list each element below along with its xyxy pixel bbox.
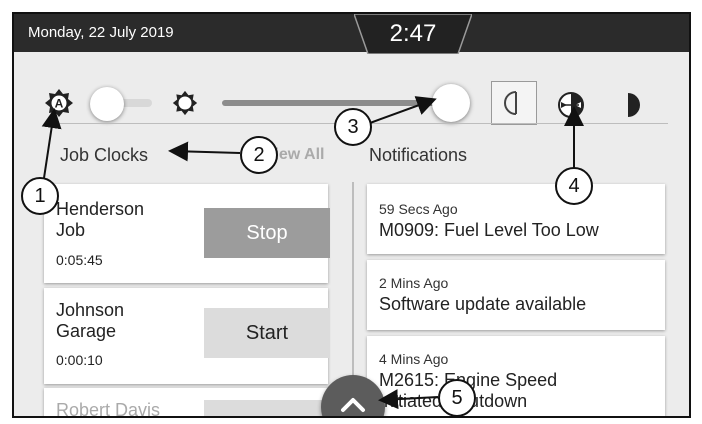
notification-card[interactable]: 4 Mins Ago M2615: Engine Speed Initiated… bbox=[367, 336, 665, 416]
notification-message: M0909: Fuel Level Too Low bbox=[379, 220, 599, 240]
brightness-slider-track[interactable] bbox=[222, 100, 452, 106]
notification-time: 59 Secs Ago bbox=[379, 201, 458, 217]
night-mode-icon[interactable] bbox=[624, 91, 646, 124]
day-mode-button[interactable] bbox=[491, 81, 537, 125]
brightness-icon bbox=[172, 90, 198, 121]
display-frame: Monday, 22 July 2019 2:47 A Job Clocks V… bbox=[12, 12, 691, 418]
auto-brightness-icon[interactable]: A bbox=[44, 88, 74, 123]
notification-card[interactable]: 59 Secs Ago M0909: Fuel Level Too Low bbox=[367, 184, 665, 254]
time-tab: 2:47 bbox=[354, 14, 472, 54]
callout-4: 4 bbox=[555, 167, 593, 205]
job-name-line2: Garage bbox=[56, 321, 117, 341]
job-clocks-title: Job Clocks bbox=[60, 145, 149, 165]
stop-button[interactable]: Stop bbox=[204, 208, 330, 258]
notification-card[interactable]: 2 Mins Ago Software update available bbox=[367, 260, 665, 330]
svg-text:A: A bbox=[55, 97, 64, 111]
start-button[interactable]: Start bbox=[204, 308, 330, 358]
job-button-partial[interactable] bbox=[204, 400, 330, 416]
auto-brightness-toggle-knob[interactable] bbox=[90, 87, 124, 121]
status-time: 2:47 bbox=[389, 20, 437, 47]
callout-2: 2 bbox=[240, 136, 278, 174]
notifications-title: Notifications bbox=[369, 145, 468, 165]
callout-3: 3 bbox=[334, 108, 372, 146]
notification-message: Software update available bbox=[379, 294, 587, 314]
job-clock-card: Robert Davis bbox=[44, 388, 330, 418]
callout-1: 1 bbox=[21, 177, 59, 215]
callout-5: 5 bbox=[438, 379, 476, 417]
job-elapsed-time: 0:00:10 bbox=[56, 352, 103, 368]
status-bar: Monday, 22 July 2019 2:47 bbox=[14, 14, 689, 54]
job-name-line2: Job bbox=[56, 220, 86, 240]
job-elapsed-time: 0:05:45 bbox=[56, 252, 103, 268]
job-clock-card: Henderson Job 0:05:45 Stop bbox=[44, 184, 330, 283]
job-clock-card: Johnson Garage 0:00:10 Start bbox=[44, 288, 330, 384]
job-name: Robert Davis bbox=[56, 400, 161, 418]
status-date: Monday, 22 July 2019 bbox=[28, 24, 174, 41]
job-name: Henderson bbox=[56, 199, 145, 219]
job-name: Johnson bbox=[56, 300, 125, 320]
auto-mode-icon[interactable] bbox=[557, 91, 585, 124]
day-mode-icon bbox=[504, 91, 517, 115]
brightness-slider-knob[interactable] bbox=[432, 84, 470, 122]
notification-time: 2 Mins Ago bbox=[379, 275, 449, 291]
notification-time: 4 Mins Ago bbox=[379, 351, 449, 367]
chevron-up-icon bbox=[341, 398, 365, 412]
